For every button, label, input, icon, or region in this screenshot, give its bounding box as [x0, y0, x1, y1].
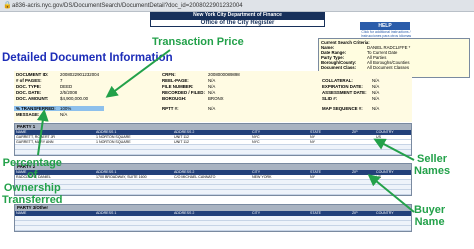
field-pages: # of PAGES: 7	[16, 78, 63, 83]
table-row-empty	[15, 150, 411, 155]
field-doc-amount: DOC. AMOUNT: $4,900,000.00	[16, 96, 89, 101]
field-slid: SLID #: N/A	[322, 96, 380, 101]
annotation-seller-names: Seller Names	[414, 153, 451, 178]
field-doc-date: DOC. DATE: 2/5/2008	[16, 90, 78, 95]
field-recorded-filed: RECORDED / FILED: N/A	[162, 90, 216, 95]
department-banner: New York City Department of Finance	[150, 12, 325, 19]
field-message: MESSAGE: N/A	[16, 112, 68, 117]
field-borough: BOROUGH: BRONX	[162, 96, 224, 101]
field-percent-transferred: % TRANSFERRED: 100%	[16, 106, 72, 111]
field-reel-page: REEL-PAGE: N/A	[162, 78, 216, 83]
field-file-number: FILE NUMBER: N/A	[162, 84, 216, 89]
annotation-transaction-price: Transaction Price	[152, 36, 244, 48]
table-row-empty	[15, 190, 411, 195]
party-3-table: PARTY 3/Other NAME ADDRESS 1 ADDRESS 2 CITY…	[14, 204, 412, 232]
annotation-percentage: Percentage of Ownership Transferred	[2, 157, 63, 206]
field-assessment-date: ASSESSMENT DATE: N/A	[322, 90, 380, 95]
lock-icon: 🔒	[3, 2, 12, 9]
party-1-table: PARTY 1 NAME ADDRESS 1 ADDRESS 2 CITY STATE Z…	[14, 123, 412, 156]
field-document-id: DOCUMENT ID: 2008022901232004	[16, 72, 100, 77]
party-2-table: PARTY 2 NAME ADDRESS 1 ADDRESS 2 CITY STATE Z…	[14, 163, 412, 196]
field-map-sequence: MAP SEQUENCE #: N/A	[322, 106, 380, 111]
field-rptt: RPTT #: N/A	[162, 106, 216, 111]
page-title: Detailed Document Information	[2, 52, 173, 64]
url-text[interactable]: a836-acris.nyc.gov/DS/DocumentSearch/Doc…	[12, 1, 243, 11]
help-button[interactable]: HELP	[360, 22, 410, 30]
field-crfn: CRFN: 2008000089898	[162, 72, 240, 77]
field-expiration-date: EXPIRATION DATE: N/A	[322, 84, 380, 89]
table-row-empty	[15, 226, 411, 231]
field-collateral: COLLATERAL: N/A	[322, 78, 380, 83]
field-doc-type: DOC. TYPE: DEED	[16, 84, 73, 89]
annotation-buyer-name: Buyer Name	[414, 204, 446, 229]
table-header: NAME ADDRESS 1 ADDRESS 2 CITY STATE ZIP COUNTR…	[15, 211, 411, 216]
office-title: Office of the City Register	[150, 19, 325, 27]
browser-address-bar[interactable]: 🔒 a836-acris.nyc.gov/DS/DocumentSearch/D…	[0, 0, 474, 12]
criteria-row: Document Class: All Document Classes	[321, 65, 410, 70]
help-instructions-link[interactable]: Click for additional instructions / Inst…	[356, 30, 416, 38]
